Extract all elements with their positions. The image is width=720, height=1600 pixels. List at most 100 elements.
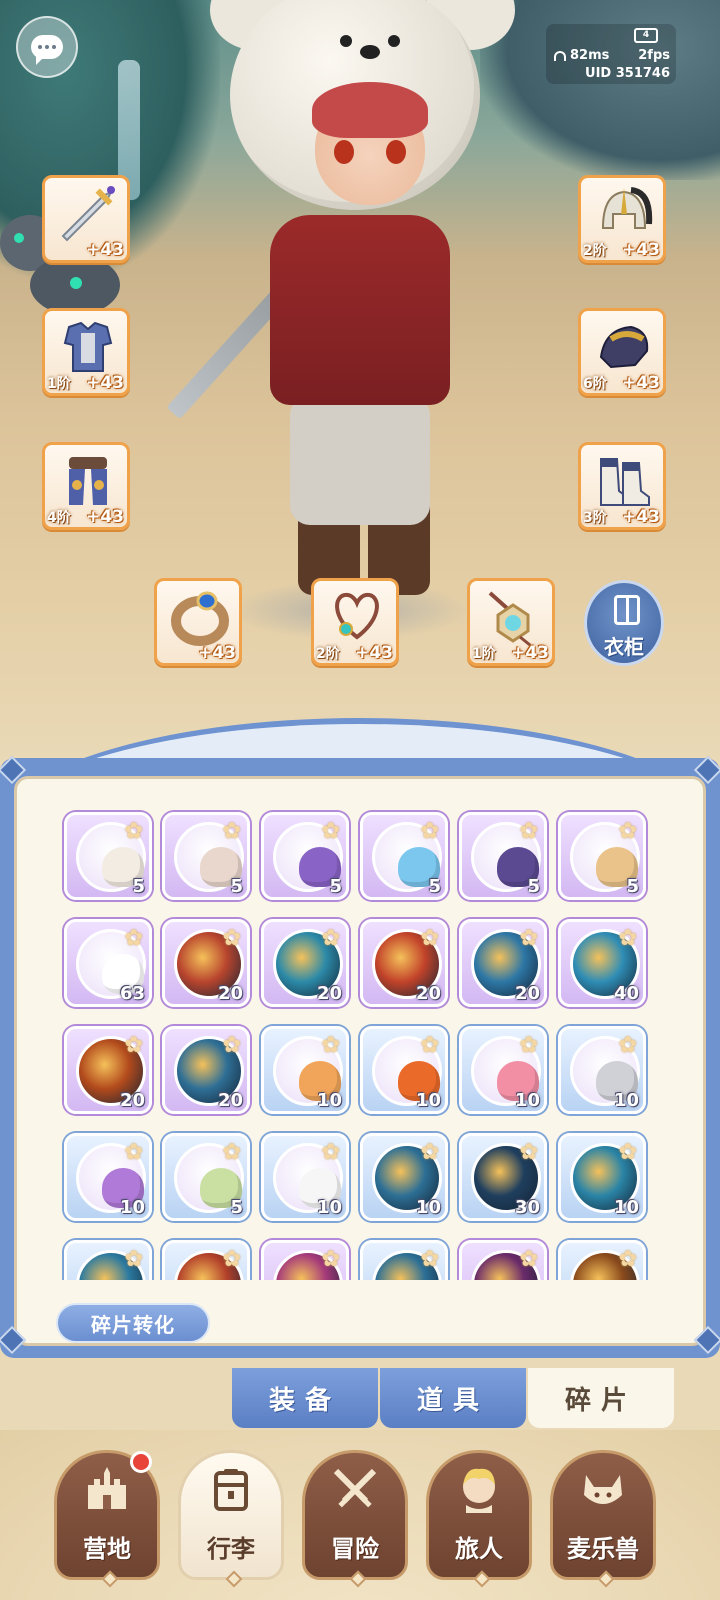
fragment-badge-icon: ✿: [321, 926, 340, 951]
fragment-cell[interactable]: ✿ 10: [558, 1026, 646, 1114]
fragment-badge-icon: ✿: [618, 1247, 637, 1272]
wardrobe-icon: [614, 595, 640, 625]
wardrobe-button[interactable]: 衣柜: [584, 580, 664, 666]
fragment-cell[interactable]: ✿ 5: [162, 812, 250, 900]
nav-label: 营地: [83, 1535, 131, 1563]
equip-slot-armor[interactable]: 1阶 +43: [42, 308, 130, 396]
fragment-cell[interactable]: ✿: [162, 1240, 250, 1280]
fragment-badge-icon: ✿: [222, 1033, 241, 1058]
fragment-cell[interactable]: ✿ 10: [261, 1133, 349, 1221]
fragment-cell[interactable]: ✿ 10: [64, 1133, 152, 1221]
fragment-cell[interactable]: ✿ 20: [459, 919, 547, 1007]
inventory-tabs: 装备 道具 碎片: [232, 1368, 674, 1430]
fragment-cell[interactable]: ✿ 5: [64, 812, 152, 900]
fragment-badge-icon: ✿: [420, 926, 439, 951]
fragment-cell[interactable]: ✿: [558, 1240, 646, 1280]
nav-luggage[interactable]: 行李: [178, 1450, 284, 1588]
tab-fragments[interactable]: 碎片: [528, 1368, 674, 1428]
fragment-cell[interactable]: ✿ 20: [162, 1026, 250, 1114]
equip-slot-greaves[interactable]: 4阶 +43: [42, 442, 130, 530]
fragment-cell[interactable]: ✿ 5: [360, 812, 448, 900]
fragment-cell[interactable]: ✿ 10: [360, 1026, 448, 1114]
equip-slot-necklace[interactable]: 2阶 +43: [311, 578, 399, 666]
slot-level: +43: [622, 240, 660, 260]
fragment-cell[interactable]: ✿ 5: [558, 812, 646, 900]
fragment-count: 10: [514, 1090, 540, 1111]
fragment-badge-icon: ✿: [519, 819, 538, 844]
fragment-count: 5: [230, 1197, 243, 1218]
fragment-cell[interactable]: ✿ 10: [558, 1133, 646, 1221]
fragment-cell[interactable]: ✿: [459, 1240, 547, 1280]
player-character: [166, 0, 520, 620]
nav-label: 麦乐兽: [567, 1535, 639, 1563]
fragment-count: 20: [217, 1090, 243, 1111]
fragment-count: 5: [527, 876, 540, 897]
fragment-badge-icon: ✿: [618, 1033, 637, 1058]
chat-dots: [38, 45, 56, 49]
equip-slot-gloves[interactable]: 6阶 +43: [578, 308, 666, 396]
tab-items[interactable]: 道具: [380, 1368, 526, 1428]
fragment-cell[interactable]: ✿ 5: [459, 812, 547, 900]
fragment-count: 5: [329, 876, 342, 897]
fragment-convert-button[interactable]: 碎片转化: [56, 1303, 210, 1343]
fragment-cell[interactable]: ✿ 10: [459, 1026, 547, 1114]
fragment-count: 10: [415, 1090, 441, 1111]
fragment-badge-icon: ✿: [519, 926, 538, 951]
nav-adventure[interactable]: 冒险: [302, 1450, 408, 1588]
fragment-badge-icon: ✿: [420, 819, 439, 844]
equip-slot-amulet[interactable]: 1阶 +43: [467, 578, 555, 666]
slot-stage: 1阶: [472, 646, 496, 662]
fragment-cell[interactable]: ✿ 20: [64, 1026, 152, 1114]
nav-traveler[interactable]: 旅人: [426, 1450, 532, 1588]
nav-pets[interactable]: 麦乐兽: [550, 1450, 656, 1588]
equip-slot-sword[interactable]: +43: [42, 175, 130, 263]
fragment-count: 20: [514, 983, 540, 1004]
fragment-badge-icon: ✿: [124, 819, 143, 844]
necklace-icon: [324, 587, 390, 647]
fragment-count: 5: [626, 876, 639, 897]
fragment-badge-icon: ✿: [519, 1033, 538, 1058]
fragment-cell[interactable]: ✿ 10: [360, 1133, 448, 1221]
tab-equipment[interactable]: 装备: [232, 1368, 378, 1428]
fragment-count: 10: [119, 1197, 145, 1218]
fragment-count: 5: [132, 876, 145, 897]
fragment-count: 5: [428, 876, 441, 897]
ping-value: 82ms: [570, 48, 610, 63]
fragment-count: 10: [415, 1197, 441, 1218]
equip-slot-ring[interactable]: +43: [154, 578, 242, 666]
fragment-cell[interactable]: ✿ 10: [261, 1026, 349, 1114]
fragment-cell[interactable]: ✿: [261, 1240, 349, 1280]
fragment-badge-icon: ✿: [222, 926, 241, 951]
nav-label: 冒险: [331, 1535, 379, 1563]
battery-icon: 4: [634, 28, 658, 43]
equip-slot-helmet[interactable]: 2阶 +43: [578, 175, 666, 263]
fragment-cell[interactable]: ✿ 30: [459, 1133, 547, 1221]
fragment-cell[interactable]: ✿ 40: [558, 919, 646, 1007]
fragment-cell[interactable]: ✿ 20: [162, 919, 250, 1007]
fragment-cell[interactable]: ✿ 5: [162, 1133, 250, 1221]
fragment-cell[interactable]: ✿: [64, 1240, 152, 1280]
fragment-badge-icon: ✿: [420, 1140, 439, 1165]
fragment-badge-icon: ✿: [420, 1033, 439, 1058]
armor-icon: [55, 317, 121, 377]
equip-slot-boots[interactable]: 3阶 +43: [578, 442, 666, 530]
slot-stage: 6阶: [583, 376, 607, 392]
fragment-count: 20: [316, 983, 342, 1004]
chat-button[interactable]: [16, 16, 78, 78]
fragment-cell[interactable]: ✿ 20: [360, 919, 448, 1007]
fragment-cell[interactable]: ✿ 63: [64, 919, 152, 1007]
fragment-cell[interactable]: ✿ 20: [261, 919, 349, 1007]
backpack-icon: [206, 1465, 256, 1513]
fragment-grid[interactable]: ✿ 5 ✿ 5 ✿ 5 ✿ 5 ✿ 5 ✿ 5 ✿ 63 ✿ 20 ✿ 20 ✿ 20 ✿ 20 ✿ 40 ✿ 20 ✿ 20 ✿ 10 ✿…: [62, 810, 662, 1280]
network-status: 4 82ms 2fps UID 351746: [546, 24, 676, 84]
fragment-count: 10: [613, 1197, 639, 1218]
nav-label: 旅人: [455, 1535, 503, 1563]
uid-label: UID 351746: [585, 66, 670, 81]
ring-icon: [167, 587, 233, 647]
fragment-cell[interactable]: ✿: [360, 1240, 448, 1280]
fragment-cell[interactable]: ✿ 5: [261, 812, 349, 900]
boots-icon: [591, 451, 657, 511]
slot-stage: 2阶: [316, 646, 340, 662]
fragment-badge-icon: ✿: [618, 1140, 637, 1165]
castle-icon: [82, 1465, 132, 1513]
